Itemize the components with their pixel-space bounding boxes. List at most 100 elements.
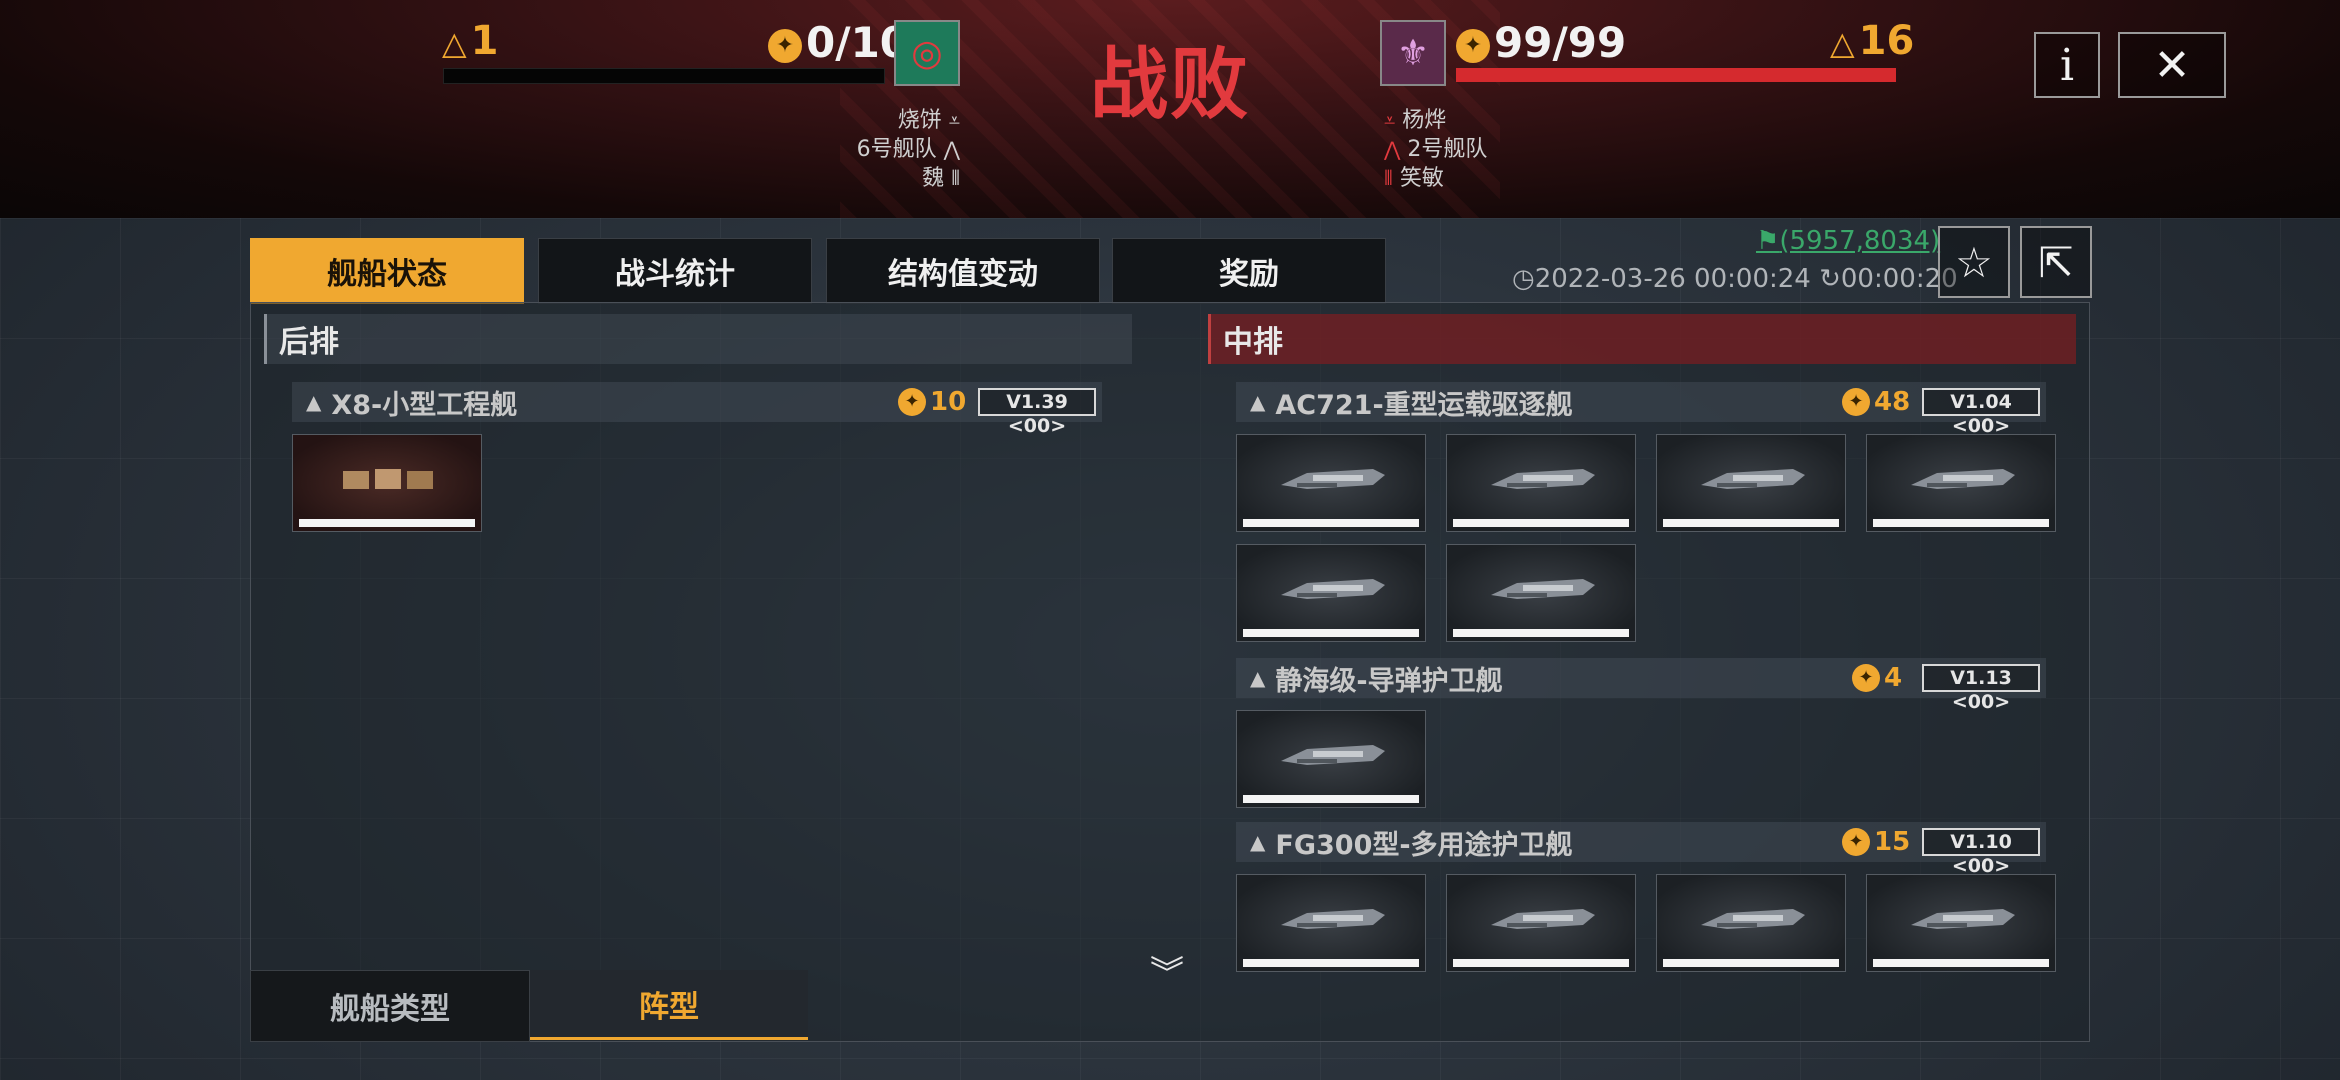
tab-structure-change[interactable]: 结构值变动 bbox=[826, 238, 1100, 304]
ship-card[interactable] bbox=[1656, 434, 1846, 532]
right-player-name: 杨烨 bbox=[1402, 108, 1447, 133]
star-icon: ☆ bbox=[1955, 237, 1993, 287]
ship-hp-bar bbox=[1873, 519, 2049, 527]
warship-icon bbox=[1911, 469, 2015, 489]
level-triangle-icon: △ bbox=[442, 24, 467, 62]
left-score: ✦ 0/10 bbox=[768, 18, 909, 67]
ship-version-badge: V1.10 <00> bbox=[1922, 828, 2040, 877]
ship-card[interactable] bbox=[1236, 874, 1426, 972]
ship-class-icon: ▲ bbox=[306, 390, 322, 414]
tab-rewards[interactable]: 奖励 bbox=[1112, 238, 1386, 304]
ship-cost: ✦ 4 bbox=[1852, 663, 1902, 693]
ship-card[interactable] bbox=[1236, 544, 1426, 642]
left-player-name: 烧饼 bbox=[897, 108, 942, 133]
ship-cost: ✦ 10 bbox=[898, 387, 966, 417]
cost-coin-icon: ✦ bbox=[1852, 664, 1880, 692]
ship-class-icon: ▲ bbox=[1250, 830, 1266, 854]
ship-name: AC721-重型运载驱逐舰 bbox=[1275, 389, 1573, 421]
tab-battle-stats[interactable]: 战斗统计 bbox=[538, 238, 812, 304]
left-player-info: 烧饼 ⩡ 6号舰队 ⋀ 魏 ⦀ bbox=[820, 106, 960, 193]
ship-class-icon: ▲ bbox=[1250, 666, 1266, 690]
share-icon: ⇱ bbox=[2038, 237, 2074, 287]
left-emblem: ◎ bbox=[894, 20, 960, 86]
ship-group-header[interactable]: ▲ FG300型-多用途护卫舰 ✦ 15 V1.10 <00> bbox=[1236, 822, 2046, 877]
level-triangle-icon: △ bbox=[1830, 24, 1855, 62]
left-level: △ 1 bbox=[442, 18, 499, 64]
engineering-ship-icon bbox=[343, 469, 433, 489]
tab-ship-type[interactable]: 舰船类型 bbox=[250, 970, 530, 1042]
faction-emblem-icon: ⚜ bbox=[1396, 32, 1430, 74]
scroll-down-chevron-icon[interactable]: ︾ bbox=[1150, 946, 1184, 995]
tab-formation[interactable]: 阵型 bbox=[530, 970, 808, 1040]
ship-group-header[interactable]: ▲ X8-小型工程舰 ✦ 10 V1.39 <00> bbox=[292, 382, 1102, 437]
alliance-icon: ⦀ bbox=[1384, 166, 1393, 190]
ship-group-header[interactable]: ▲ AC721-重型运载驱逐舰 ✦ 48 V1.04 <00> bbox=[1236, 382, 2046, 437]
ship-card[interactable] bbox=[1446, 544, 1636, 642]
back-row-header: 后排 bbox=[264, 314, 1132, 364]
duration-icon: ↻ bbox=[1819, 264, 1841, 294]
left-fleet-name: 6号舰队 bbox=[856, 137, 937, 162]
ship-hp-bar bbox=[1243, 629, 1419, 637]
share-button[interactable]: ⇱ bbox=[2020, 226, 2092, 298]
right-level: △ 16 bbox=[1830, 18, 1915, 64]
right-score-bar bbox=[1456, 68, 1896, 82]
battle-coordinates[interactable]: ⚑(5957,8034) bbox=[1756, 226, 1940, 256]
ship-hp-bar bbox=[1453, 519, 1629, 527]
ship-card[interactable] bbox=[1866, 874, 2056, 972]
left-alliance-name: 魏 bbox=[922, 166, 945, 191]
right-alliance-name: 笑敏 bbox=[1399, 166, 1444, 191]
warship-icon bbox=[1911, 909, 2015, 929]
ship-group-header[interactable]: ▲ 静海级-导弹护卫舰 ✦ 4 V1.13 <00> bbox=[1236, 658, 2046, 713]
alliance-icon: ⦀ bbox=[951, 166, 960, 190]
player-rank-icon: ⩡ bbox=[948, 108, 960, 132]
cost-coin-icon: ✦ bbox=[768, 28, 802, 63]
close-icon: ✕ bbox=[2153, 39, 2191, 91]
back-row-title: 后排 bbox=[279, 325, 339, 360]
cost-coin-icon: ✦ bbox=[898, 388, 926, 416]
cost-coin-icon: ✦ bbox=[1842, 828, 1870, 856]
ship-name: FG300型-多用途护卫舰 bbox=[1275, 829, 1573, 861]
left-score-bar bbox=[443, 68, 885, 84]
ship-hp-bar bbox=[1243, 959, 1419, 967]
cost-coin-icon: ✦ bbox=[1456, 28, 1490, 63]
warship-icon bbox=[1491, 469, 1595, 489]
fleet-icon: ⋀ bbox=[943, 137, 960, 161]
ship-hp-bar bbox=[1453, 629, 1629, 637]
warship-icon bbox=[1701, 909, 1805, 929]
ship-name: 静海级-导弹护卫舰 bbox=[1275, 665, 1503, 697]
ship-card[interactable] bbox=[1446, 874, 1636, 972]
ship-card[interactable] bbox=[1236, 434, 1426, 532]
clock-icon: ◷ bbox=[1512, 264, 1535, 294]
ship-cost: ✦ 15 bbox=[1842, 827, 1910, 857]
warship-icon bbox=[1491, 909, 1595, 929]
battle-header: △ 1 ✦ 0/10 ◎ 烧饼 ⩡ 6号舰队 ⋀ 魏 ⦀ 战败 ⚜ ✦ 99/99 △… bbox=[0, 0, 2340, 218]
tab-label: 舰船状态 bbox=[327, 257, 447, 292]
ship-card[interactable] bbox=[1656, 874, 1846, 972]
tab-ship-status[interactable]: 舰船状态 bbox=[250, 238, 524, 304]
battle-time-info: ◷2022-03-26 00:00:24 ↻00:00:20 bbox=[1512, 264, 1958, 294]
close-button[interactable]: ✕ bbox=[2118, 32, 2226, 98]
favorite-button[interactable]: ☆ bbox=[1938, 226, 2010, 298]
info-icon: i bbox=[2059, 39, 2075, 91]
ship-hp-bar bbox=[1243, 795, 1419, 803]
ship-hp-bar bbox=[1873, 959, 2049, 967]
ship-card[interactable] bbox=[1236, 710, 1426, 808]
ship-version-badge: V1.04 <00> bbox=[1922, 388, 2040, 437]
ship-card[interactable] bbox=[1866, 434, 2056, 532]
right-fleet-name: 2号舰队 bbox=[1407, 137, 1488, 162]
location-flag-icon: ⚑ bbox=[1756, 226, 1780, 256]
ship-card[interactable] bbox=[1446, 434, 1636, 532]
player-rank-icon: ⩡ bbox=[1384, 108, 1396, 132]
warship-icon bbox=[1281, 579, 1385, 599]
ship-card[interactable] bbox=[292, 434, 482, 532]
ship-class-icon: ▲ bbox=[1250, 390, 1266, 414]
middle-row-header: 中排 bbox=[1208, 314, 2076, 364]
tab-label: 阵型 bbox=[639, 989, 699, 1025]
info-button[interactable]: i bbox=[2034, 32, 2100, 98]
ship-version-badge: V1.13 <00> bbox=[1922, 664, 2040, 713]
battle-result-title: 战败 bbox=[1090, 40, 1251, 130]
fleet-icon: ⋀ bbox=[1384, 137, 1401, 161]
tab-label: 舰船类型 bbox=[330, 992, 450, 1027]
ship-hp-bar bbox=[1663, 959, 1839, 967]
tab-label: 结构值变动 bbox=[888, 257, 1038, 292]
